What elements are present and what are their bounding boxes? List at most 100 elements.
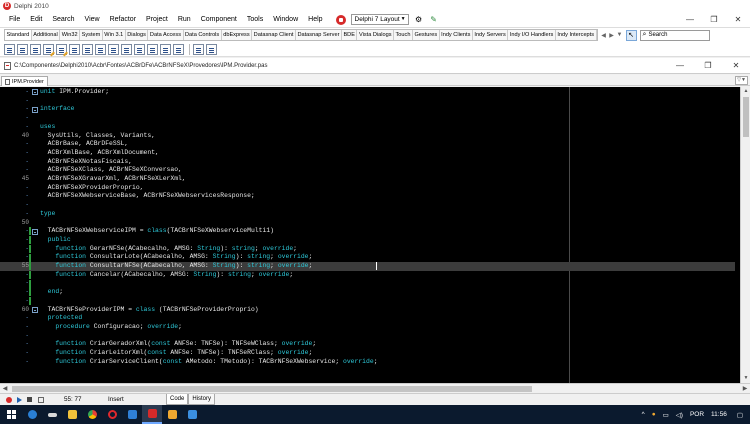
palette-tab-touch[interactable]: Touch	[394, 30, 413, 40]
code-line[interactable]: - function ConsultarLote(ACabecalho, AMS…	[0, 253, 735, 262]
pointer-tool-icon[interactable]: ↖	[625, 29, 637, 41]
memo-component-icon[interactable]	[69, 43, 80, 55]
editor-minimize-button[interactable]: —	[666, 58, 694, 74]
code-line[interactable]: - ACBrNFSeXClass, ACBrNFSeXConversao,	[0, 166, 735, 175]
actionlist-component-icon[interactable]	[206, 43, 217, 55]
scroll-up-icon[interactable]: ▲	[741, 87, 750, 96]
menu-view[interactable]: View	[80, 12, 105, 27]
code-line[interactable]: -	[0, 297, 735, 306]
radiogroup-component-icon[interactable]	[173, 43, 184, 55]
code-line[interactable]: -	[0, 279, 735, 288]
menu-help[interactable]: Help	[303, 12, 327, 27]
fold-toggle-icon[interactable]	[32, 89, 38, 96]
palette-search-box[interactable]: ⌕ Search	[639, 29, 710, 41]
editor-horizontal-scrollbar[interactable]: ◀ ▶	[0, 383, 750, 393]
code-line[interactable]: 45 ACBrNFSeXGravarXml, ACBrNFSeXLerXml,	[0, 175, 735, 184]
code-line[interactable]: - function Cancelar(ACabecalho, AMSG: St…	[0, 271, 735, 280]
antivirus-icon[interactable]: ●	[652, 411, 656, 418]
mainmenu-component-icon[interactable]	[17, 43, 28, 55]
scrollbar-component-icon[interactable]	[147, 43, 158, 55]
code-line[interactable]: -	[0, 332, 735, 341]
palette-tab-dbexpress[interactable]: dbExpress	[222, 30, 253, 40]
minimize-button[interactable]: —	[678, 12, 702, 27]
palette-tab-vista-dialogs[interactable]: Vista Dialogs	[357, 30, 395, 40]
hscroll-thumb[interactable]	[12, 386, 532, 392]
close-button[interactable]: ✕	[726, 12, 750, 27]
restore-button[interactable]: ❐	[702, 12, 726, 27]
code-line[interactable]: 55 function ConsultarNFSe(ACabecalho, AM…	[0, 262, 735, 271]
record-macro-icon[interactable]	[6, 396, 12, 403]
menu-project[interactable]: Project	[141, 12, 173, 27]
frames-component-icon[interactable]	[4, 43, 15, 55]
checkbox-component-icon[interactable]	[95, 43, 106, 55]
code-editor[interactable]: ▲ ▼ - unit IPM.Provider; - - interface - - uses…	[0, 87, 750, 383]
menu-component[interactable]: Component	[196, 12, 242, 27]
tab-history[interactable]: History	[188, 394, 216, 405]
popupmenu-component-icon[interactable]	[30, 43, 41, 55]
code-line[interactable]: - public	[0, 236, 735, 245]
code-line[interactable]: - function CriarGeradorXml(const ANFSe: …	[0, 340, 735, 349]
menu-window[interactable]: Window	[268, 12, 303, 27]
taskbar-app[interactable]	[42, 405, 62, 424]
menu-file[interactable]: File	[4, 12, 25, 27]
editor-restore-button[interactable]: ❐	[694, 58, 722, 74]
code-line[interactable]: - function CriarServiceClient(const AMet…	[0, 358, 735, 367]
chevron-left-icon[interactable]: ◀	[600, 32, 608, 39]
fold-toggle-icon[interactable]	[32, 228, 38, 235]
taskbar-app-3[interactable]	[162, 405, 182, 424]
code-line[interactable]: - type	[0, 210, 735, 219]
taskbar-app-2[interactable]	[122, 405, 142, 424]
palette-tab-win32[interactable]: Win32	[60, 30, 81, 40]
taskbar-app-4[interactable]	[182, 405, 202, 424]
code-line[interactable]: - unit IPM.Provider;	[0, 88, 735, 97]
start-button[interactable]	[0, 405, 22, 424]
tab-list-dropdown-icon[interactable]: ▽▼	[735, 76, 748, 85]
palette-tab-bde[interactable]: BDE	[342, 30, 358, 40]
label-component-icon[interactable]	[43, 43, 54, 55]
taskbar-explorer[interactable]	[62, 405, 82, 424]
chevron-down-icon[interactable]: ▼	[616, 32, 624, 39]
code-line[interactable]: 40 SysUtils, Classes, Variants,	[0, 132, 735, 141]
button-component-icon[interactable]	[82, 43, 93, 55]
code-line[interactable]: -	[0, 97, 735, 106]
edit-component-icon[interactable]	[56, 43, 67, 55]
editor-vertical-scrollbar[interactable]: ▲ ▼	[740, 87, 750, 383]
palette-tab-data-controls[interactable]: Data Controls	[184, 30, 222, 40]
code-line[interactable]: -	[0, 201, 735, 210]
code-line[interactable]: - ACBrNFSeXNotasFiscais,	[0, 158, 735, 167]
panel-component-icon[interactable]	[193, 43, 204, 55]
code-line[interactable]: - ACBrBase, ACBrDFeSSL,	[0, 140, 735, 149]
editor-tab-ipm-provider[interactable]: IPM.Provider	[1, 76, 48, 86]
radiobutton-component-icon[interactable]	[108, 43, 119, 55]
code-line[interactable]: -	[0, 114, 735, 123]
code-line[interactable]: 60 TACBrNFSeProviderIPM = class (TACBrNF…	[0, 306, 735, 315]
menu-tools[interactable]: Tools	[242, 12, 268, 27]
code-line[interactable]: - ACBrNFSeXWebserviceBase, ACBrNFSeXWebs…	[0, 192, 735, 201]
code-line[interactable]: 50	[0, 219, 735, 228]
clock[interactable]: 11:56	[711, 411, 727, 418]
language-indicator[interactable]: POR	[690, 411, 704, 418]
palette-tab-gestures[interactable]: Gestures	[413, 30, 440, 40]
code-line[interactable]: - function CriarLeitorXml(const ANFSe: T…	[0, 349, 735, 358]
scrollbar-thumb[interactable]	[743, 97, 749, 137]
fold-toggle-icon[interactable]	[32, 106, 38, 113]
code-line[interactable]: - uses	[0, 123, 735, 132]
layout-select[interactable]: Delphi 7 Layout ▼	[350, 14, 409, 25]
volume-icon[interactable]: ◁)	[676, 411, 683, 419]
menu-run[interactable]: Run	[173, 12, 196, 27]
chevron-up-icon[interactable]: ^	[642, 411, 645, 418]
fold-toggle-icon[interactable]	[32, 306, 38, 313]
menu-search[interactable]: Search	[47, 12, 79, 27]
palette-tab-indy-io-handlers[interactable]: Indy I/O Handlers	[508, 30, 556, 40]
set-debug-layout-icon[interactable]: ✎	[429, 15, 439, 25]
code-line[interactable]: - end;	[0, 288, 735, 297]
play-macro-icon[interactable]	[17, 396, 22, 403]
palette-tab-win31[interactable]: Win 3.1	[103, 30, 126, 40]
taskbar-delphi[interactable]	[142, 405, 162, 424]
stop-macro-icon[interactable]	[27, 397, 32, 402]
code-line[interactable]: - interface	[0, 105, 735, 114]
chevron-right-icon[interactable]: ▶	[608, 32, 616, 39]
palette-tab-standard[interactable]: Standard	[5, 30, 32, 40]
code-line[interactable]: - ACBrNFSeXProviderProprio,	[0, 184, 735, 193]
save-layout-icon[interactable]: ⚙	[414, 15, 424, 25]
